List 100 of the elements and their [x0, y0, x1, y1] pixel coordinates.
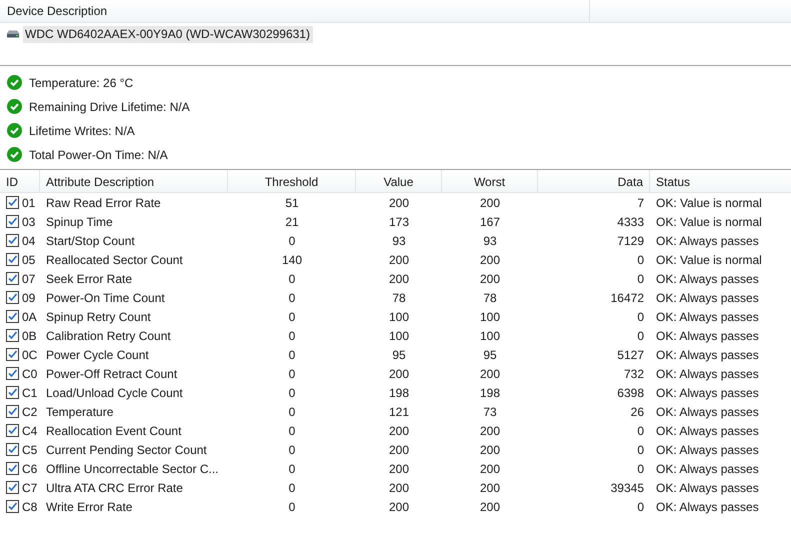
checkbox[interactable] [6, 424, 19, 437]
table-cell: C7 [22, 480, 38, 494]
table-cell: 0A [22, 310, 37, 324]
checkbox[interactable] [6, 481, 19, 494]
table-cell: C5 [22, 442, 38, 456]
table-cell: 200 [388, 442, 410, 456]
table-cell: C6 [22, 462, 38, 476]
table-cell: OK: Always passes [656, 500, 759, 514]
table-cell: Calibration Retry Count [46, 328, 171, 342]
table-cell: 732 [624, 366, 644, 380]
table-cell: 01 [22, 196, 36, 210]
table-cell: 140 [282, 252, 302, 266]
column-header[interactable]: Status [650, 170, 791, 192]
table-cell: 5127 [617, 348, 644, 362]
table-cell: 121 [388, 404, 410, 418]
column-header[interactable]: Worst [442, 170, 538, 192]
checkbox[interactable] [6, 253, 19, 266]
table-cell: 51 [285, 196, 299, 210]
table-cell: 100 [480, 310, 500, 324]
table-cell: 0 [288, 404, 296, 418]
table-cell: 0 [637, 328, 644, 342]
checkbox[interactable] [6, 462, 19, 475]
column-header[interactable]: Attribute Description [40, 170, 228, 192]
table-cell: 7 [637, 196, 644, 210]
table-cell: OK: Always passes [656, 290, 759, 304]
table-cell: 0 [288, 462, 296, 476]
table-cell: 200 [388, 252, 410, 266]
table-cell: 0 [288, 348, 296, 362]
table-cell: OK: Always passes [656, 404, 759, 418]
column-header[interactable]: Data [538, 170, 650, 192]
table-cell: 39345 [610, 480, 644, 494]
table-cell: 04 [22, 234, 36, 248]
table-cell: 200 [480, 480, 500, 494]
table-cell: 93 [483, 234, 497, 248]
table-cell: OK: Always passes [656, 310, 759, 324]
table-cell: OK: Always passes [656, 366, 759, 380]
table-cell: 200 [480, 442, 500, 456]
status-text: Lifetime Writes: N/A [29, 124, 135, 138]
checkbox[interactable] [6, 329, 19, 342]
checkbox[interactable] [6, 215, 19, 228]
table-cell: Spinup Time [46, 214, 113, 228]
checkbox[interactable] [6, 234, 19, 247]
table-cell: 0 [288, 366, 296, 380]
checkbox[interactable] [6, 367, 19, 380]
table-cell: 200 [388, 480, 410, 494]
table-cell: 05 [22, 252, 36, 266]
table-cell: 95 [483, 348, 497, 362]
table-cell: Load/Unload Cycle Count [46, 386, 183, 400]
table-cell: Raw Read Error Rate [46, 196, 161, 210]
table-cell: 7129 [617, 234, 644, 248]
table-cell: Reallocation Event Count [46, 424, 182, 438]
table-cell: OK: Always passes [656, 234, 759, 248]
column-header[interactable]: ID [0, 170, 40, 192]
table-cell: C1 [22, 386, 38, 400]
column-header[interactable]: Value [356, 170, 442, 192]
table-cell: 100 [480, 328, 500, 342]
table-cell: Spinup Retry Count [46, 310, 151, 324]
checkbox[interactable] [6, 405, 19, 418]
table-cell: 26 [630, 404, 644, 418]
table-cell: 0 [637, 442, 644, 456]
table-cell: 100 [388, 328, 410, 342]
table-cell: 21 [285, 214, 299, 228]
table-cell: 0 [637, 272, 644, 286]
table-cell: 198 [388, 386, 410, 400]
status-text: Remaining Drive Lifetime: N/A [29, 100, 190, 114]
table-cell: Power-On Time Count [46, 290, 165, 304]
table-cell: 200 [480, 424, 500, 438]
table-cell: 100 [388, 310, 410, 324]
checkbox[interactable] [6, 291, 19, 304]
checkbox[interactable] [6, 272, 19, 285]
table-cell: 200 [480, 500, 500, 514]
hard-drive-icon [6, 30, 20, 38]
checkbox[interactable] [6, 386, 19, 399]
checkbox[interactable] [6, 348, 19, 361]
table-cell: 0 [637, 462, 644, 476]
checkbox[interactable] [6, 196, 19, 209]
table-cell: 0C [22, 348, 38, 362]
table-cell: 09 [22, 290, 36, 304]
table-cell: Power Cycle Count [46, 348, 149, 362]
table-cell: 93 [392, 234, 406, 248]
table-cell: 07 [22, 272, 36, 286]
column-header[interactable]: Threshold [228, 170, 356, 192]
table-cell: 73 [483, 404, 497, 418]
table-cell: 200 [388, 424, 410, 438]
checkbox[interactable] [6, 310, 19, 323]
table-cell: 200 [480, 196, 500, 210]
table-cell: Power-Off Retract Count [46, 366, 178, 380]
checkbox[interactable] [6, 500, 19, 513]
table-cell: 0B [22, 328, 37, 342]
table-cell: OK: Always passes [656, 462, 759, 476]
table-cell: 0 [288, 424, 296, 438]
table-cell: 0 [288, 234, 296, 248]
table-cell: Start/Stop Count [46, 234, 135, 248]
status-text: Total Power-On Time: N/A [29, 148, 168, 162]
table-cell: 173 [388, 214, 410, 228]
table-cell: OK: Value is normal [656, 196, 762, 210]
table-cell: OK: Always passes [656, 348, 759, 362]
checkbox[interactable] [6, 443, 19, 456]
table-cell: 4333 [617, 214, 644, 228]
table-cell: 0 [288, 290, 296, 304]
